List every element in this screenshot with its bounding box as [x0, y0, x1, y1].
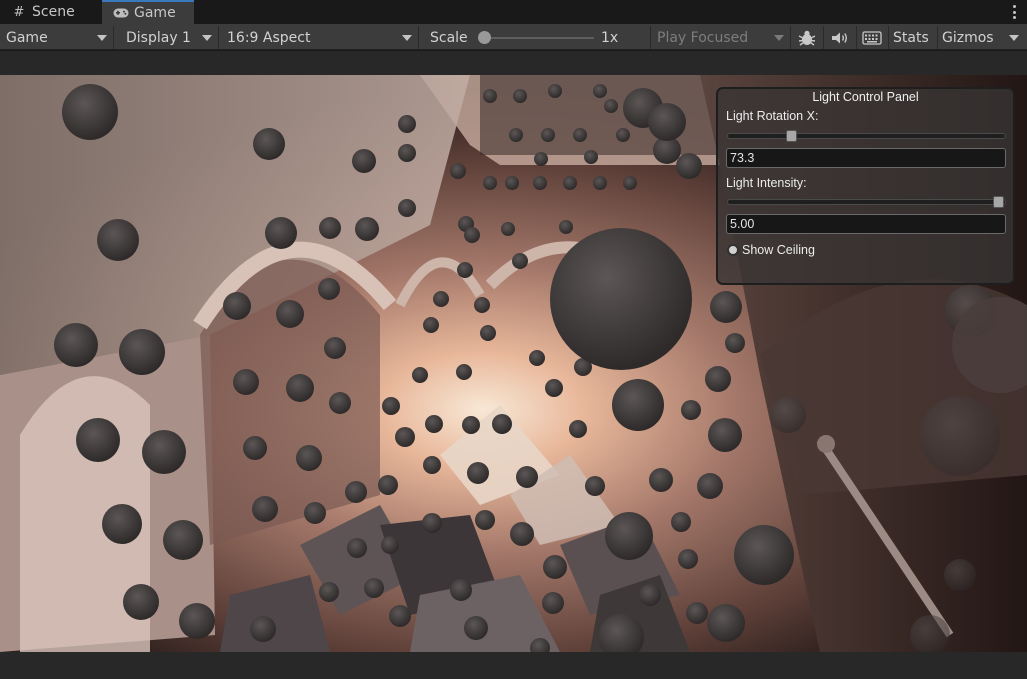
show-ceiling-toggle[interactable]: Show Ceiling — [727, 243, 815, 257]
stats-button[interactable]: Stats — [893, 26, 935, 49]
hash-icon: # — [13, 4, 25, 20]
tab-game[interactable]: Game — [102, 0, 194, 24]
bug-icon[interactable] — [793, 26, 821, 49]
light-rotation-slider[interactable] — [727, 130, 1006, 142]
light-rotation-label: Light Rotation X: — [726, 109, 819, 123]
tab-scene-label: Scene — [32, 4, 75, 20]
play-mode-value: Play Focused — [657, 29, 749, 46]
chevron-down-icon — [202, 35, 212, 41]
aspect-dropdown[interactable]: 16:9 Aspect — [221, 26, 419, 49]
tab-game-label: Game — [134, 5, 176, 21]
show-ceiling-label: Show Ceiling — [742, 243, 815, 257]
viewport-bottom-margin — [0, 652, 1027, 679]
light-intensity-slider-handle[interactable] — [993, 196, 1004, 208]
gizmos-dropdown[interactable]: Gizmos — [942, 26, 1027, 49]
panel-title: Light Control Panel — [812, 90, 919, 104]
display-dropdown[interactable]: Display 1 — [120, 26, 219, 49]
scale-slider-track[interactable] — [484, 37, 594, 39]
chevron-down-icon — [402, 35, 412, 41]
tab-bar: # Scene Game — [0, 0, 1027, 24]
chevron-down-icon — [1009, 35, 1019, 41]
radio-on-icon — [727, 244, 739, 256]
speaker-icon[interactable] — [826, 26, 854, 49]
scale-label: Scale — [430, 29, 468, 46]
display-mode-dropdown[interactable]: Game — [0, 26, 114, 49]
tab-scene[interactable]: # Scene — [0, 0, 100, 24]
viewport-top-margin — [0, 51, 1027, 75]
chevron-down-icon — [774, 35, 784, 41]
keyboard-icon[interactable] — [858, 26, 886, 49]
scale-value: 1x — [601, 29, 619, 46]
aspect-value: 16:9 Aspect — [227, 29, 311, 46]
gizmos-label: Gizmos — [942, 29, 994, 46]
light-rotation-slider-handle[interactable] — [785, 130, 797, 142]
more-options-icon[interactable] — [1011, 3, 1017, 21]
scale-slider-handle[interactable] — [478, 31, 491, 44]
light-rotation-field[interactable]: 73.3 — [726, 148, 1006, 168]
game-toolbar: Game Display 1 16:9 Aspect Scale 1x Play… — [0, 24, 1027, 50]
light-intensity-label: Light Intensity: — [726, 176, 807, 190]
display-value: Display 1 — [126, 29, 191, 46]
light-intensity-field[interactable]: 5.00 — [726, 214, 1006, 234]
display-mode-value: Game — [6, 29, 48, 46]
light-control-panel: Light Control Panel Light Rotation X: 73… — [716, 87, 1015, 285]
chevron-down-icon — [97, 35, 107, 41]
play-mode-dropdown[interactable]: Play Focused — [657, 26, 787, 49]
gamepad-icon — [112, 8, 130, 18]
light-intensity-slider[interactable] — [727, 196, 1006, 208]
